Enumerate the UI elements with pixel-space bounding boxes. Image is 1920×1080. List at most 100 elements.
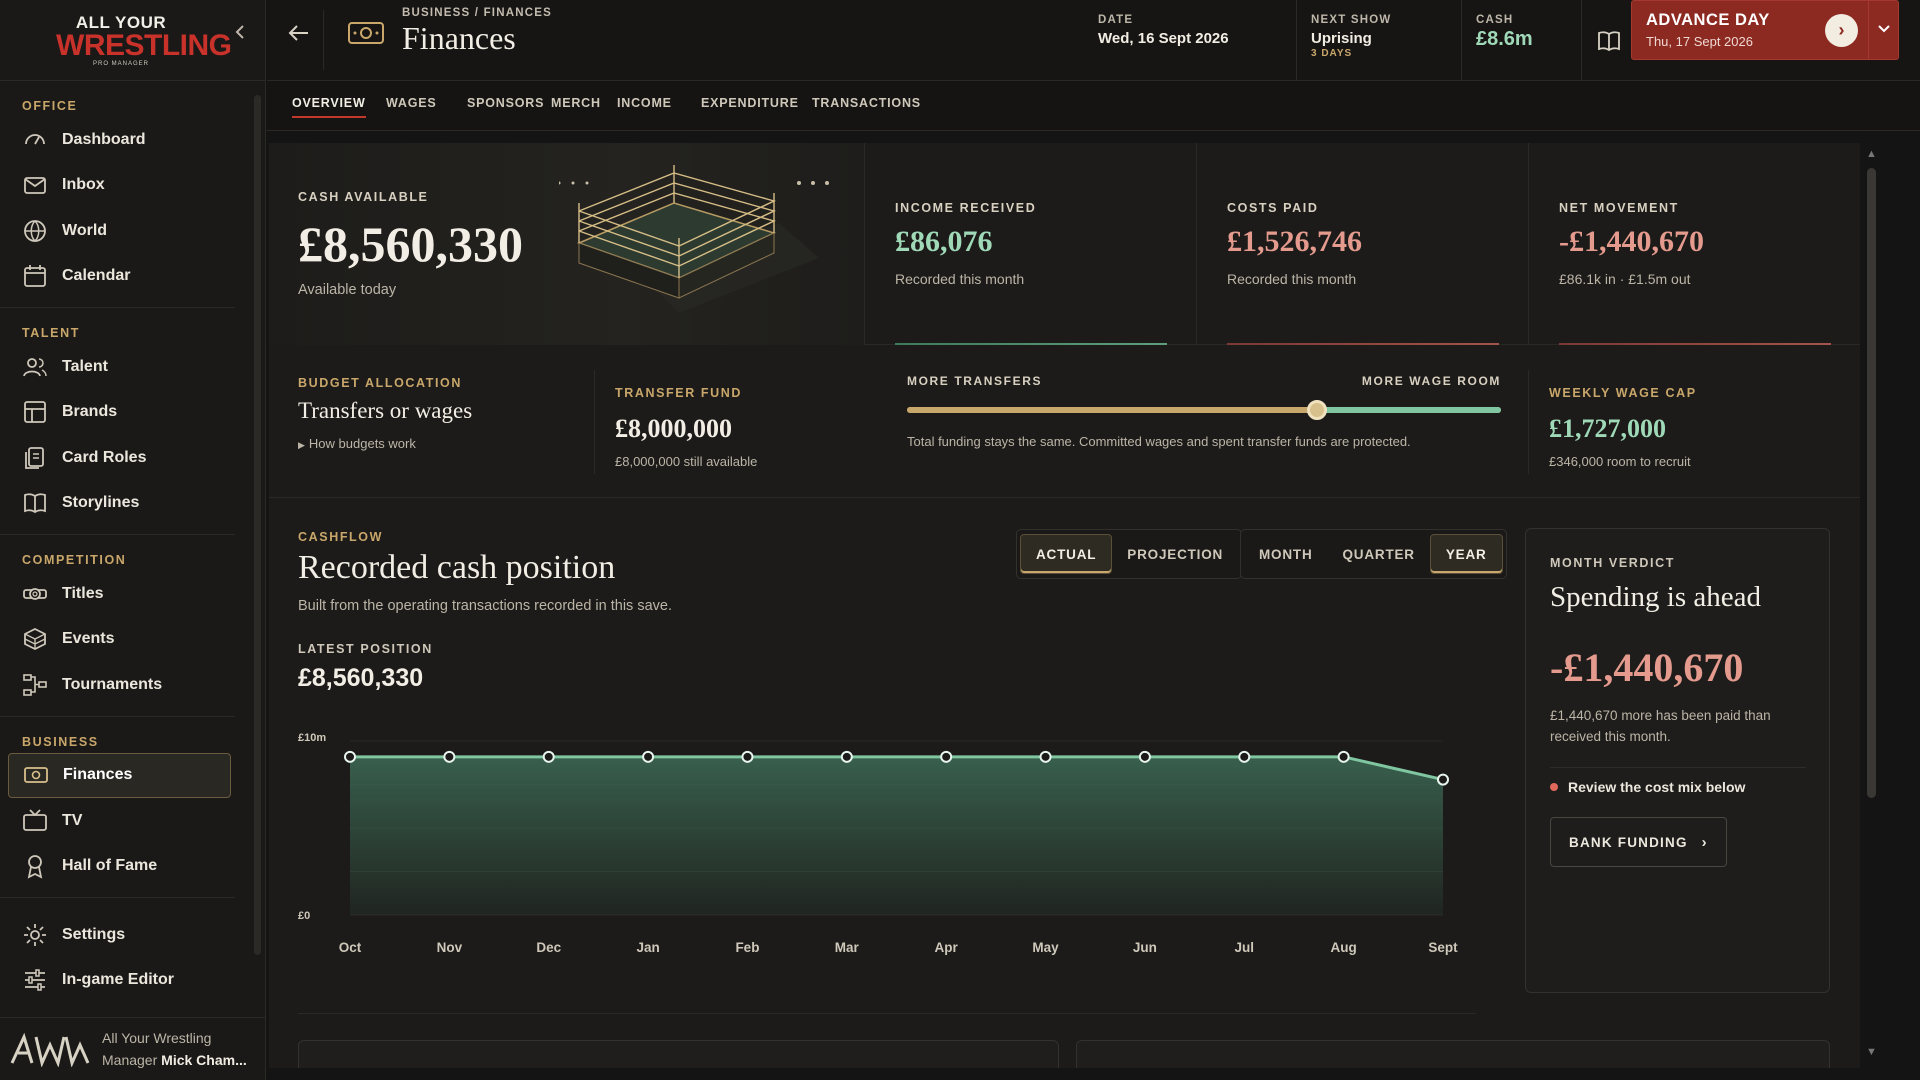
envelope-icon: [22, 172, 48, 198]
tab-merch[interactable]: MERCH: [551, 96, 601, 118]
bank-funding-button[interactable]: BANK FUNDING ›: [1550, 817, 1727, 867]
nav-section-title: TALENT: [22, 326, 80, 340]
sidebar-item-label: Hall of Fame: [62, 857, 158, 875]
sidebar-item-dashboard[interactable]: Dashboard: [0, 117, 235, 163]
tab-overview[interactable]: OVERVIEW: [292, 96, 366, 118]
sidebar-item-label: Dashboard: [62, 130, 146, 148]
award-icon: [22, 853, 48, 879]
wrestling-ring-illustration: [559, 165, 829, 313]
caret-right-icon: ▶: [298, 440, 305, 450]
slider-track[interactable]: [907, 400, 1501, 420]
how-budgets-work-label: How budgets work: [308, 436, 416, 451]
sidebar-item-events[interactable]: Events: [0, 617, 235, 663]
slider-thumb[interactable]: [1306, 400, 1327, 420]
net-accent-bar: [1559, 343, 1831, 345]
chart-x-tick-label: Jul: [1235, 940, 1255, 955]
sidebar-scrollbar[interactable]: [254, 95, 261, 955]
ring-icon: [22, 626, 48, 652]
income-label: INCOME RECEIVED: [895, 201, 1037, 215]
how-budgets-work-link[interactable]: ▶ How budgets work: [298, 436, 416, 451]
logo-line-2: WRESTLING: [56, 28, 232, 62]
tab-income[interactable]: INCOME: [617, 96, 672, 118]
next-show[interactable]: NEXT SHOW Uprising 3 DAYS: [1296, 0, 1391, 81]
tab-transactions[interactable]: TRANSACTIONS: [812, 96, 921, 118]
tab-sponsors[interactable]: SPONSORS: [467, 96, 544, 118]
cash-available-value: £8,560,330: [298, 216, 523, 272]
sidebar-item-tv[interactable]: TV: [0, 798, 235, 844]
toggle-quarter[interactable]: QUARTER: [1328, 534, 1430, 574]
main-scrollbar[interactable]: [1867, 168, 1876, 798]
advance-options-dropdown[interactable]: [1868, 1, 1898, 59]
finances-overview: CASH AVAILABLE £8,560,330 Available toda…: [269, 143, 1860, 1068]
sidebar-item-world[interactable]: World: [0, 208, 235, 254]
chart-x-tick-label: Sept: [1428, 940, 1458, 955]
net-value: -£1,440,670: [1559, 225, 1704, 258]
rulebook-button[interactable]: [1581, 0, 1635, 81]
budget-title: Transfers or wages: [298, 398, 473, 423]
mode-toggle: ACTUAL PROJECTION: [1016, 529, 1243, 579]
back-button[interactable]: [281, 20, 317, 56]
chart-point: [940, 750, 953, 763]
weekly-wage-cap: WEEKLY WAGE CAP £1,727,000 £346,000 room…: [1528, 370, 1828, 474]
verdict-label: MONTH VERDICT: [1550, 556, 1675, 570]
sidebar-item-card-roles[interactable]: Card Roles: [0, 435, 235, 481]
transfer-fund-value: £8,000,000: [615, 414, 732, 443]
app-logo[interactable]: ALL YOUR WRESTLING PRO MANAGER: [56, 14, 232, 67]
verdict-divider: [1550, 767, 1806, 768]
advance-day-label: ADVANCE DAY: [1646, 11, 1770, 29]
sidebar-item-storylines[interactable]: Storylines: [0, 481, 235, 527]
sidebar-item-label: Finances: [63, 766, 133, 784]
sidebar-item-label: In-game Editor: [62, 971, 175, 989]
cashflow-subtitle: Built from the operating transactions re…: [298, 598, 672, 614]
sidebar-item-brands[interactable]: Brands: [0, 390, 235, 436]
chart-point: [443, 750, 456, 763]
toggle-projection[interactable]: PROJECTION: [1112, 534, 1238, 574]
tab-expenditure[interactable]: EXPENDITURE: [701, 96, 799, 118]
tab-wages[interactable]: WAGES: [386, 96, 437, 118]
footer-manager-label: Manager: [102, 1052, 158, 1068]
chart-x-tick-label: Apr: [935, 940, 959, 955]
costs-paid-card: COSTS PAID £1,526,746 Recorded this mont…: [1197, 143, 1529, 345]
sidebar-item-talent[interactable]: Talent: [0, 344, 235, 390]
top-bar: BUSINESS / FINANCES Finances DATE Wed, 1…: [267, 0, 1920, 81]
sidebar-item-calendar[interactable]: Calendar: [0, 254, 235, 300]
month-verdict-card: MONTH VERDICT Spending is ahead -£1,440,…: [1525, 528, 1830, 993]
scroll-down-arrow-icon[interactable]: ▼: [1866, 1046, 1877, 1058]
chart-point: [1138, 750, 1151, 763]
sidebar-item-in-game-editor[interactable]: In-game Editor: [0, 958, 235, 1004]
sidebar-item-tournaments[interactable]: Tournaments: [0, 662, 235, 708]
costs-sub: Recorded this month: [1227, 271, 1357, 287]
chart-point: [1238, 750, 1251, 763]
sidebar-item-finances[interactable]: Finances: [8, 752, 231, 798]
costs-label: COSTS PAID: [1227, 201, 1319, 215]
chart-x-tick-label: Aug: [1331, 940, 1357, 955]
page-title: Finances: [402, 20, 516, 56]
cash-icon: [348, 22, 384, 44]
wage-cap-value: £1,727,000: [1549, 414, 1666, 443]
toggle-month[interactable]: MONTH: [1244, 534, 1328, 574]
bank-funding-label: BANK FUNDING: [1569, 834, 1688, 850]
income-value: £86,076: [895, 225, 993, 258]
collapse-sidebar-button[interactable]: [229, 22, 253, 46]
toggle-year[interactable]: YEAR: [1429, 534, 1503, 574]
sidebar-item-hall-of-fame[interactable]: Hall of Fame: [0, 844, 235, 890]
nav-section-title: COMPETITION: [22, 553, 127, 567]
nav-section-office: OFFICE Dashboard Inbox World Calendar: [0, 81, 235, 308]
tv-icon: [22, 808, 48, 834]
cash-summary: CASH £8.6m: [1461, 0, 1557, 81]
gear-icon: [22, 922, 48, 948]
scroll-up-arrow-icon[interactable]: ▲: [1866, 148, 1877, 160]
chevron-right-icon: ›: [1825, 14, 1858, 47]
date-value: Wed, 16 Sept 2026: [1098, 30, 1229, 47]
transfer-fund-label: TRANSFER FUND: [615, 386, 743, 400]
chart-y-tick-label: £10m: [298, 732, 326, 744]
toggle-actual[interactable]: ACTUAL: [1020, 534, 1113, 574]
verdict-description: £1,440,670 more has been paid than recei…: [1550, 708, 1771, 744]
sidebar-item-settings[interactable]: Settings: [0, 912, 235, 958]
sidebar-item-titles[interactable]: Titles: [0, 571, 235, 617]
advance-day-button[interactable]: ADVANCE DAY Thu, 17 Sept 2026 ›: [1631, 0, 1899, 60]
cash-available-sub: Available today: [298, 282, 397, 298]
belt-icon: [22, 581, 48, 607]
sidebar-item-inbox[interactable]: Inbox: [0, 163, 235, 209]
chevron-right-icon: ›: [1701, 833, 1708, 851]
